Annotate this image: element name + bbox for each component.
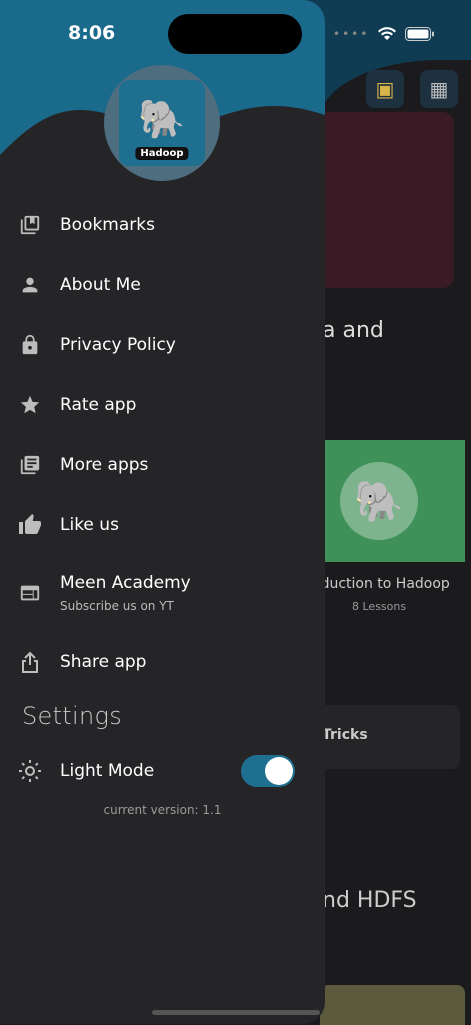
- brightness-icon: [18, 759, 42, 783]
- light-mode-toggle[interactable]: [241, 755, 295, 787]
- menu-label: Privacy Policy: [60, 335, 176, 355]
- menu-sublabel: Subscribe us on YT: [60, 599, 174, 613]
- menu-item-share-app[interactable]: Share app: [0, 632, 325, 692]
- menu-item-bookmarks[interactable]: Bookmarks: [0, 195, 325, 255]
- version-text: current version: 1.1: [103, 803, 222, 817]
- home-indicator[interactable]: [152, 1010, 320, 1015]
- course-title: oduction to Hadoop: [312, 576, 450, 592]
- status-indicators: ••••: [333, 26, 435, 42]
- bookmarks-icon: [18, 213, 42, 237]
- web-window-icon: [18, 581, 42, 605]
- section-title-hdfs: nd HDFS: [322, 888, 417, 913]
- menu-label: Bookmarks: [60, 215, 155, 235]
- library-icon: [18, 453, 42, 477]
- menu-item-privacy-policy[interactable]: Privacy Policy: [0, 315, 325, 375]
- menu-item-like-us[interactable]: Like us: [0, 495, 325, 555]
- logo-label: Hadoop: [135, 147, 189, 160]
- settings-heading: Settings: [22, 702, 123, 730]
- menu-item-about-me[interactable]: About Me: [0, 255, 325, 315]
- menu-item-meen-academy[interactable]: Meen Academy Subscribe us on YT: [0, 563, 325, 623]
- menu-label: Rate app: [60, 395, 137, 415]
- menu-label: More apps: [60, 455, 149, 475]
- bookmark-toolbar-icon[interactable]: ▣: [366, 70, 404, 108]
- status-time: 8:06: [68, 22, 116, 44]
- person-icon: [18, 273, 42, 297]
- qr-code-icon[interactable]: ▦: [420, 70, 458, 108]
- section-title: a and: [322, 318, 384, 343]
- navigation-drawer: 8:06 🐘 Hadoop Bookmarks About Me Privacy…: [0, 0, 325, 1024]
- light-mode-label: Light Mode: [60, 761, 155, 781]
- app-logo: 🐘 Hadoop: [104, 65, 220, 181]
- menu-item-rate-app[interactable]: Rate app: [0, 375, 325, 435]
- menu-label: Share app: [60, 652, 147, 672]
- menu-label: Like us: [60, 515, 119, 535]
- signal-icon: ••••: [333, 27, 370, 41]
- menu-label: Meen Academy: [60, 573, 191, 593]
- share-icon: [18, 650, 42, 674]
- star-icon: [18, 393, 42, 417]
- lock-icon: [18, 333, 42, 357]
- menu-label: About Me: [60, 275, 141, 295]
- toggle-knob: [265, 757, 293, 785]
- tricks-label: Tricks: [322, 727, 368, 743]
- wifi-icon: [378, 27, 397, 40]
- menu-item-more-apps[interactable]: More apps: [0, 435, 325, 495]
- course-card-bottom[interactable]: [320, 985, 465, 1025]
- elephant-logo-icon: 🐘: [340, 462, 418, 540]
- course-lesson-count: 8 Lessons: [352, 600, 407, 613]
- battery-icon: [405, 27, 435, 41]
- dynamic-island: [168, 14, 302, 54]
- thumbs-up-icon: [18, 513, 42, 537]
- elephant-logo-icon: 🐘: [138, 96, 186, 141]
